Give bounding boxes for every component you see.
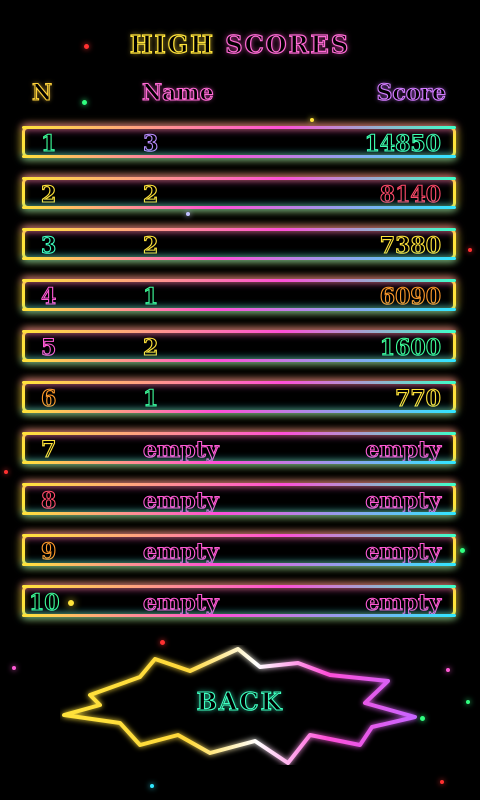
- score-row-3: 3 2 7380: [22, 228, 456, 260]
- sparkle-dot: [150, 784, 154, 788]
- score-row-10: 10 empty empty: [22, 585, 456, 617]
- player-name: 1: [142, 385, 159, 412]
- player-name: empty: [142, 538, 219, 565]
- sparkle-dot: [4, 470, 8, 474]
- score-row-7: 7 empty empty: [22, 432, 456, 464]
- sparkle-dot: [440, 780, 444, 784]
- score-value: 8140: [379, 181, 441, 208]
- player-name: 1: [142, 283, 159, 310]
- player-name: empty: [142, 436, 219, 463]
- score-value: 1600: [379, 334, 441, 361]
- player-name: 2: [142, 334, 159, 361]
- rank: 1: [40, 130, 57, 157]
- title-word-scores: SCORES: [225, 29, 351, 59]
- sparkle-dot: [160, 640, 165, 645]
- score-value: 770: [395, 385, 442, 412]
- rank: 9: [40, 538, 57, 565]
- rank: 2: [40, 181, 57, 208]
- sparkle-dot: [68, 600, 74, 606]
- page-title: HIGH SCORES: [0, 29, 480, 59]
- score-value: 14850: [364, 130, 442, 157]
- sparkle-dot: [84, 44, 89, 49]
- player-name: empty: [142, 487, 219, 514]
- column-header-n: N: [31, 79, 53, 106]
- sparkle-dot: [446, 668, 450, 672]
- score-row-1: 1 3 14850: [22, 126, 456, 158]
- column-header-score: Score: [376, 79, 447, 106]
- score-row-9: 9 empty empty: [22, 534, 456, 566]
- title-word-high: HIGH: [129, 29, 215, 59]
- score-value: empty: [365, 589, 442, 616]
- back-button-label: BACK: [196, 686, 284, 716]
- rank: 3: [40, 232, 57, 259]
- score-row-8: 8 empty empty: [22, 483, 456, 515]
- column-header-name: Name: [141, 79, 214, 106]
- score-value: empty: [365, 487, 442, 514]
- rank: 4: [40, 283, 57, 310]
- sparkle-dot: [420, 716, 425, 721]
- sparkle-dot: [12, 666, 16, 670]
- player-name: 2: [142, 232, 159, 259]
- score-value: empty: [365, 538, 442, 565]
- score-row-4: 4 1 6090: [22, 279, 456, 311]
- sparkle-dot: [186, 212, 190, 216]
- score-value: 7380: [379, 232, 441, 259]
- rank: 6: [40, 385, 57, 412]
- sparkle-dot: [466, 700, 470, 704]
- rank: 7: [40, 436, 57, 463]
- player-name: empty: [142, 589, 219, 616]
- sparkle-dot: [310, 118, 314, 122]
- sparkle-dot: [468, 248, 472, 252]
- player-name: 2: [142, 181, 159, 208]
- rank: 8: [40, 487, 57, 514]
- back-button[interactable]: BACK: [60, 645, 420, 765]
- sparkle-dot: [82, 100, 87, 105]
- score-row-5: 5 2 1600: [22, 330, 456, 362]
- score-row-6: 6 1 770: [22, 381, 456, 413]
- rank: 5: [40, 334, 57, 361]
- score-row-2: 2 2 8140: [22, 177, 456, 209]
- sparkle-dot: [460, 548, 465, 553]
- rank: 10: [28, 589, 60, 616]
- score-value: 6090: [379, 283, 441, 310]
- score-value: empty: [365, 436, 442, 463]
- player-name: 3: [142, 130, 159, 157]
